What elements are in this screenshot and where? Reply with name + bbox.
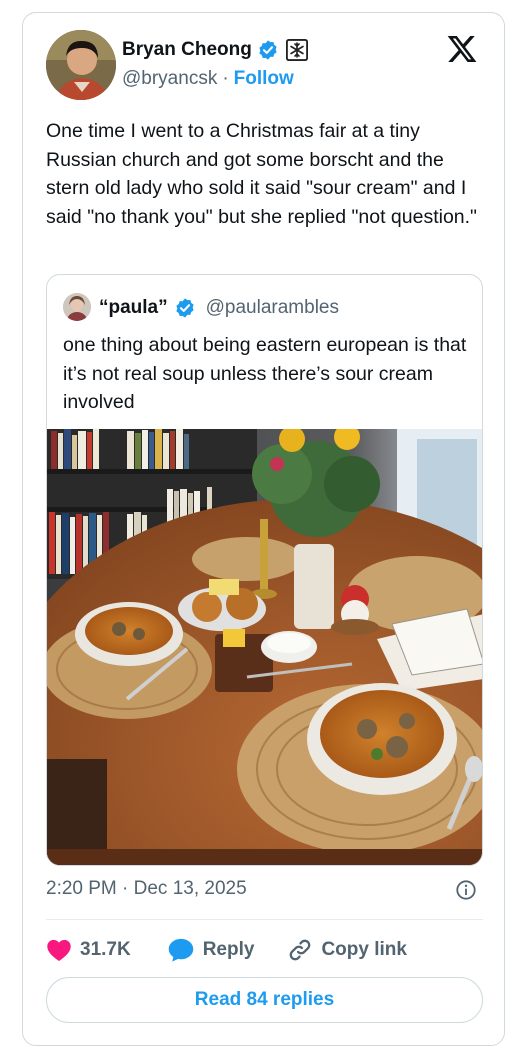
- snowflake-badge-icon: [285, 39, 308, 61]
- author-avatar[interactable]: [46, 30, 116, 100]
- copy-link-label: Copy link: [321, 939, 407, 960]
- quoted-tweet-text: one thing about being eastern european i…: [63, 334, 467, 413]
- action-bar: 31.7K Reply Copy link: [46, 935, 407, 965]
- info-icon[interactable]: [455, 879, 477, 901]
- author-handle[interactable]: @bryancsk: [122, 68, 217, 90]
- x-logo-icon[interactable]: [445, 33, 479, 65]
- quoted-tweet-photo[interactable]: [47, 429, 483, 866]
- divider: [46, 919, 483, 920]
- separator-dot: ·: [222, 68, 229, 89]
- author-name-row: Bryan Cheong: [122, 37, 308, 63]
- quoted-author-handle[interactable]: @paularambles: [206, 297, 339, 319]
- tweet-timestamp[interactable]: 2:20 PM · Dec 13, 2025: [46, 878, 247, 900]
- quoted-tweet[interactable]: “paula” @paularambles one thing about be…: [46, 274, 483, 866]
- like-count: 31.7K: [80, 939, 131, 960]
- verified-badge-icon: [259, 40, 277, 60]
- copy-link-button[interactable]: Copy link: [287, 937, 407, 963]
- heart-icon: [47, 939, 71, 962]
- verified-badge-icon: [176, 298, 194, 318]
- quoted-author-avatar[interactable]: [63, 293, 91, 321]
- author-handle-row: @bryancsk · Follow: [122, 68, 294, 90]
- link-icon: [290, 939, 311, 961]
- reply-button[interactable]: Reply: [167, 937, 255, 963]
- tweet-text: One time I went to a Christmas fair at a…: [46, 120, 477, 228]
- author-name[interactable]: Bryan Cheong: [122, 39, 252, 61]
- like-button[interactable]: 31.7K: [46, 938, 131, 962]
- read-replies-button[interactable]: Read 84 replies: [46, 977, 483, 1023]
- quoted-author-name[interactable]: “paula”: [99, 297, 168, 319]
- reply-label: Reply: [202, 939, 255, 960]
- quoted-name-row: “paula” @paularambles: [99, 295, 339, 321]
- follow-button[interactable]: Follow: [234, 68, 294, 90]
- tweet-card: Bryan Cheong @bryancsk · Follow One time…: [22, 12, 505, 1046]
- reply-bubble-icon: [168, 938, 193, 962]
